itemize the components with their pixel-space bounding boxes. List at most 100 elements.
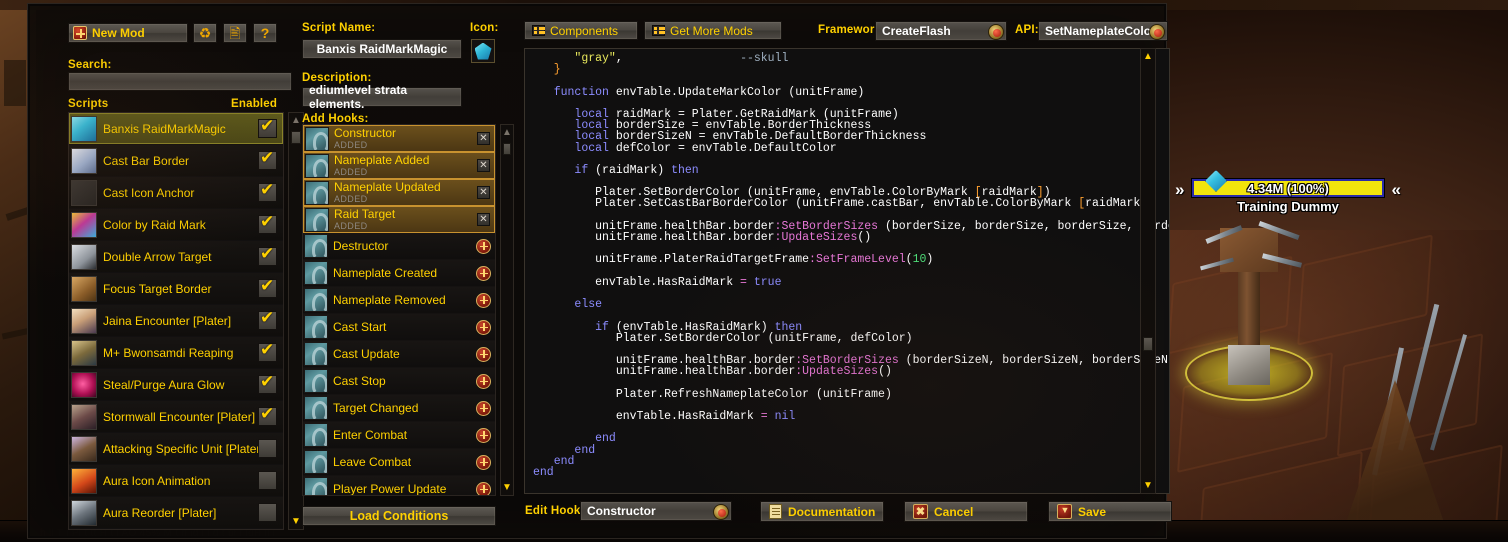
framework-dropdown[interactable]: CreateFlash (875, 21, 1007, 41)
hook-list-item[interactable]: Enter Combat (303, 422, 495, 449)
search-input[interactable] (68, 72, 292, 91)
description-input[interactable]: ediumlevel strata elements. (302, 83, 462, 111)
script-list-item[interactable]: Aura Reorder [Plater] (69, 497, 283, 529)
raid-marks-icon (71, 211, 97, 238)
script-name-input[interactable]: Banxis RaidMarkMagic (302, 39, 462, 59)
add-hook-icon[interactable] (476, 346, 491, 362)
nameplate[interactable]: » « 4.34M (100%) Training Dummy (1170, 169, 1406, 221)
dropdown-knob-icon[interactable] (988, 24, 1004, 40)
hook-list-item[interactable]: Nameplate Created (303, 260, 495, 287)
add-hook-icon[interactable] (476, 292, 491, 308)
cancel-button[interactable]: ✖ Cancel (904, 501, 1028, 522)
tab-components-label: Components (550, 23, 619, 38)
mod-icon-button[interactable] (471, 39, 495, 63)
script-list-item[interactable]: M+ Bwonsamdi Reaping (69, 337, 283, 369)
hook-list-item[interactable]: Target Changed (303, 395, 495, 422)
script-list-item[interactable]: Jaina Encounter [Plater] (69, 305, 283, 337)
new-mod-button[interactable]: New Mod (68, 23, 188, 43)
remove-hook-icon[interactable]: ✕ (477, 159, 490, 172)
code-scroll-up-button[interactable]: ▲ (1141, 49, 1155, 64)
hook-item-label: Enter Combat (333, 428, 408, 442)
code-scrollbar[interactable]: ▲ ▼ (1140, 48, 1156, 494)
documentation-button[interactable]: Documentation (760, 501, 884, 522)
hook-list-item[interactable]: Nameplate Removed (303, 287, 495, 314)
script-enabled-checkbox[interactable] (258, 244, 277, 266)
script-item-label: Cast Bar Border (103, 153, 190, 168)
hooks-list[interactable]: Constructor ADDED ✕ Nameplate Added ADDED ✕ Na… (302, 124, 496, 496)
script-enabled-checkbox[interactable] (258, 212, 277, 234)
hook-list-item[interactable]: Destructor (303, 233, 495, 260)
script-enabled-checkbox[interactable] (258, 116, 277, 138)
hooks-scroll-thumb[interactable] (503, 143, 511, 155)
help-button[interactable]: ? (253, 23, 277, 43)
code-scroll-thumb[interactable] (1143, 337, 1153, 351)
add-hook-icon[interactable] (476, 481, 491, 495)
hook-list-item[interactable]: Leave Combat (303, 449, 495, 476)
tab-get-more-mods-label: Get More Mods (670, 23, 753, 38)
lua-code-content[interactable]: "gray", --skull } function envTable.Upda… (525, 49, 1169, 482)
add-hook-icon[interactable] (476, 400, 491, 416)
script-enabled-checkbox[interactable] (258, 404, 277, 426)
script-list-item[interactable]: Stormwall Encounter [Plater] (69, 401, 283, 433)
script-list-item[interactable]: Banxis RaidMarkMagic (69, 113, 283, 145)
script-enabled-checkbox[interactable] (258, 276, 277, 298)
scripts-list[interactable]: Banxis RaidMarkMagic Cast Bar Border Cast … (68, 112, 284, 530)
code-scroll-down-button[interactable]: ▼ (1141, 478, 1155, 493)
script-list-item[interactable]: Steal/Purge Aura Glow (69, 369, 283, 401)
hooks-scroll-down-button[interactable]: ▼ (501, 480, 513, 495)
script-item-label: Double Arrow Target (103, 249, 212, 264)
hook-list-item[interactable]: Cast Stop (303, 368, 495, 395)
add-hook-icon[interactable] (476, 238, 491, 254)
hook-item-label: Target Changed (333, 401, 419, 415)
script-list-item[interactable]: Aura Icon Animation (69, 465, 283, 497)
script-enabled-checkbox[interactable] (258, 503, 277, 522)
script-enabled-checkbox[interactable] (258, 372, 277, 394)
remove-hook-icon[interactable]: ✕ (477, 213, 490, 226)
hook-item-text: Constructor ADDED (334, 127, 477, 150)
script-enabled-checkbox[interactable] (258, 471, 277, 490)
tab-components[interactable]: Components (524, 21, 638, 40)
hooks-scrollbar[interactable]: ▲ ▼ (500, 124, 514, 496)
add-hook-icon[interactable] (476, 373, 491, 389)
add-hook-icon[interactable] (476, 454, 491, 470)
save-button[interactable]: Save (1048, 501, 1172, 522)
search-input-field[interactable] (74, 74, 286, 89)
hook-list-item[interactable]: Player Power Update (303, 476, 495, 495)
add-hook-icon[interactable] (476, 427, 491, 443)
dropdown-knob-icon[interactable] (1149, 24, 1165, 40)
api-dropdown[interactable]: SetNameplateColor (1038, 21, 1168, 41)
hook-list-item[interactable]: Nameplate Added ADDED ✕ (303, 152, 495, 179)
hook-list-item[interactable]: Nameplate Updated ADDED ✕ (303, 179, 495, 206)
hook-item-state: ADDED (334, 194, 368, 204)
script-enabled-checkbox[interactable] (258, 439, 277, 458)
script-enabled-checkbox[interactable] (258, 180, 277, 202)
hook-item-text: Cast Update (333, 348, 476, 361)
lua-code-editor[interactable]: "gray", --skull } function envTable.Upda… (524, 48, 1170, 494)
add-hook-icon[interactable] (476, 319, 491, 335)
script-list-item[interactable]: Focus Target Border (69, 273, 283, 305)
tab-get-more-mods[interactable]: Get More Mods (644, 21, 782, 40)
script-list-item[interactable]: Double Arrow Target (69, 241, 283, 273)
script-enabled-checkbox[interactable] (258, 340, 277, 362)
script-enabled-checkbox[interactable] (258, 308, 277, 330)
remove-hook-icon[interactable]: ✕ (477, 132, 490, 145)
load-conditions-button[interactable]: Load Conditions (302, 506, 496, 526)
script-enabled-checkbox[interactable] (258, 148, 277, 170)
script-list-item[interactable]: Attacking Specific Unit [Plater] (69, 433, 283, 465)
recycle-button[interactable]: ♻ (193, 23, 217, 43)
hook-list-item[interactable]: Cast Start (303, 314, 495, 341)
script-list-item[interactable]: Cast Bar Border (69, 145, 283, 177)
edit-hook-value: Constructor (587, 504, 656, 518)
add-hook-icon[interactable] (476, 265, 491, 281)
remove-hook-icon[interactable]: ✕ (477, 186, 490, 199)
script-list-item[interactable]: Cast Icon Anchor (69, 177, 283, 209)
hooks-scroll-up-button[interactable]: ▲ (501, 125, 513, 140)
dropdown-knob-icon[interactable] (713, 504, 729, 520)
hook-list-item[interactable]: Raid Target ADDED ✕ (303, 206, 495, 233)
script-item-label: Steal/Purge Aura Glow (103, 377, 225, 392)
import-export-button[interactable]: 🖹 (223, 23, 247, 43)
script-list-item[interactable]: Color by Raid Mark (69, 209, 283, 241)
hook-list-item[interactable]: Constructor ADDED ✕ (303, 125, 495, 152)
edit-hook-dropdown[interactable]: Constructor (580, 501, 732, 521)
hook-list-item[interactable]: Cast Update (303, 341, 495, 368)
